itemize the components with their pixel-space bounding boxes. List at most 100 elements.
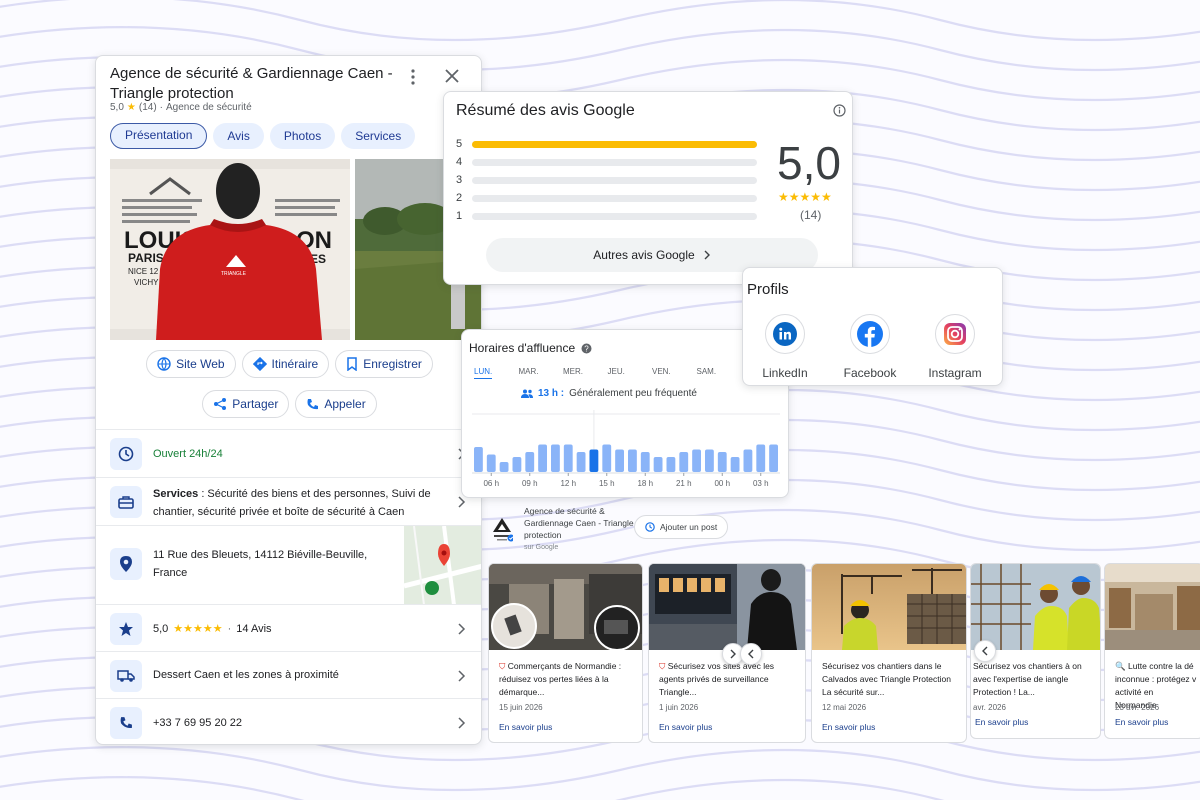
reviews-summary-title: Résumé des avis Google (456, 102, 635, 119)
day-tab[interactable]: SAM. (697, 367, 742, 376)
business-review-count: (14) (138, 102, 157, 113)
shield-icon: ⛉ (659, 661, 666, 671)
busyness-bar[interactable] (640, 452, 650, 472)
busyness-bar[interactable] (743, 449, 753, 473)
address-row[interactable]: 11 Rue des Bleuets, 14112 Biéville-Beuvi… (96, 525, 481, 605)
directions-button[interactable]: Itinéraire (241, 350, 330, 378)
rating-bar-label: 4 (456, 156, 463, 168)
busyness-bar[interactable] (679, 452, 689, 472)
close-icon[interactable] (442, 66, 462, 86)
busyness-bar[interactable] (525, 452, 535, 472)
tab-presentation[interactable]: Présentation (110, 123, 208, 149)
help-icon[interactable]: ? (581, 343, 592, 354)
busyness-bar[interactable] (602, 444, 612, 473)
people-icon (521, 389, 533, 398)
busyness-bar[interactable] (756, 444, 766, 473)
profile-linkedin[interactable]: LinkedIn (745, 314, 825, 380)
more-options-icon[interactable] (408, 68, 418, 86)
busyness-bar[interactable] (551, 444, 560, 473)
share-button[interactable]: Partager (202, 390, 290, 418)
busyness-bar[interactable] (769, 444, 778, 473)
popular-times-chart: 06 h 09 h 12 h 15 h 18 h 21 h 00 h 03 h (472, 410, 780, 488)
busyness-bar[interactable] (628, 449, 637, 473)
popular-times-header: Horaires d'affluence ? (469, 341, 592, 355)
read-more-link[interactable]: En savoir plus (659, 722, 712, 732)
day-tab[interactable]: MER. (563, 367, 608, 376)
add-post-button[interactable]: Ajouter un post (634, 515, 729, 539)
clock-icon (645, 522, 655, 532)
hour-tick-label: 03 h (753, 479, 769, 488)
busyness-bar[interactable] (730, 457, 740, 472)
post-date: avr. 2026 (973, 703, 1006, 712)
profile-instagram[interactable]: Instagram (915, 314, 995, 380)
services-row[interactable]: Services : Sécurité des biens et des per… (96, 477, 481, 525)
day-tab[interactable]: LUN. (474, 367, 519, 379)
busyness-bar[interactable] (717, 452, 727, 472)
save-button[interactable]: Enregistrer (335, 350, 433, 378)
instagram-label: Instagram (928, 366, 982, 380)
busyness-bar[interactable] (692, 449, 701, 473)
busyness-bar[interactable] (512, 457, 522, 472)
separator: · (227, 623, 232, 635)
profile-facebook[interactable]: Facebook (830, 314, 910, 380)
tab-services[interactable]: Services (341, 123, 416, 149)
rating-bar-label: 3 (456, 174, 463, 186)
hour-tick-label: 15 h (599, 479, 615, 488)
services-description: Services : Sécurité des biens et des per… (153, 485, 443, 521)
post-text: Sécurisez vos chantiers à on avec l'expe… (973, 661, 1082, 697)
rating-bar-5: 5 (456, 137, 766, 151)
chevron-right-icon (458, 717, 466, 729)
busyness-bar[interactable] (474, 447, 483, 472)
busyness-bar[interactable] (486, 454, 496, 473)
day-tab[interactable]: VEN. (652, 367, 697, 376)
busyness-bar[interactable] (615, 449, 624, 473)
rating-bar-label: 5 (456, 138, 463, 150)
busyness-bar[interactable] (538, 444, 547, 473)
chevron-left-icon (982, 646, 988, 656)
tab-avis[interactable]: Avis (213, 123, 264, 149)
mini-map[interactable] (404, 526, 481, 605)
delivery-truck-icon (110, 660, 142, 692)
website-button[interactable]: Site Web (146, 350, 236, 378)
reviews-summary-card: Résumé des avis Google 5 4 3 2 1 5,0 ★★★… (443, 91, 853, 285)
magnifier-icon: 🔍 (1115, 661, 1126, 671)
post-card[interactable]: Sécurisez vos chantiers dans le Calvados… (811, 563, 967, 743)
business-name: Agence de sécurité & Gardiennage Caen - … (110, 65, 393, 102)
separator: · (159, 102, 164, 113)
read-more-link[interactable]: En savoir plus (975, 717, 1028, 727)
busyness-bar[interactable] (705, 449, 714, 473)
post-card[interactable]: 🔍 Lutte contre la dé inconnue : protégez… (1104, 563, 1200, 739)
read-more-link[interactable]: En savoir plus (822, 722, 875, 732)
chevron-left-icon (748, 649, 754, 659)
read-more-link[interactable]: En savoir plus (499, 722, 552, 732)
popular-times-card: Horaires d'affluence ? LUN. MAR. MER. JE… (461, 329, 789, 498)
post-date: 1 juin 2026 (659, 703, 699, 712)
carousel-prev-button[interactable] (974, 640, 996, 662)
globe-icon (157, 357, 171, 371)
busyness-bar[interactable] (666, 457, 676, 472)
busyness-bar[interactable] (653, 457, 663, 472)
read-more-link[interactable]: En savoir plus (1115, 717, 1168, 727)
service-area-row[interactable]: Dessert Caen et les zones à proximité (96, 651, 481, 698)
hour-tick-label: 21 h (676, 479, 692, 488)
busyness-bar[interactable] (589, 449, 599, 473)
busyness-bar[interactable] (563, 444, 573, 473)
day-tab[interactable]: JEU. (608, 367, 653, 376)
directions-icon (252, 357, 267, 371)
busyness-bar[interactable] (499, 462, 509, 472)
day-tab[interactable]: MAR. (519, 367, 564, 376)
posts-header: Agence de sécurité & Gardiennage Caen - … (486, 503, 746, 563)
business-category: Agence de sécurité (166, 102, 252, 113)
website-label: Site Web (176, 357, 225, 371)
rating-row[interactable]: 5,0 ★★★★★ · 14 Avis (96, 604, 481, 651)
post-card[interactable]: ⛉ Commerçants de Normandie : réduisez vo… (488, 563, 643, 743)
tab-photos[interactable]: Photos (269, 123, 336, 149)
hours-row[interactable]: Ouvert 24h/24 (96, 429, 481, 477)
business-photo-main[interactable]: LOUIS PARIS 70 NICE 12 AV DE VICHY RUE D… (110, 159, 350, 340)
phone-row[interactable]: +33 7 69 95 20 22 (96, 698, 481, 744)
share-icon (214, 398, 227, 410)
busyness-bar[interactable] (576, 452, 586, 472)
info-icon[interactable] (833, 104, 846, 117)
call-button[interactable]: Appeler (295, 390, 377, 418)
carousel-prev-button[interactable] (740, 643, 762, 665)
